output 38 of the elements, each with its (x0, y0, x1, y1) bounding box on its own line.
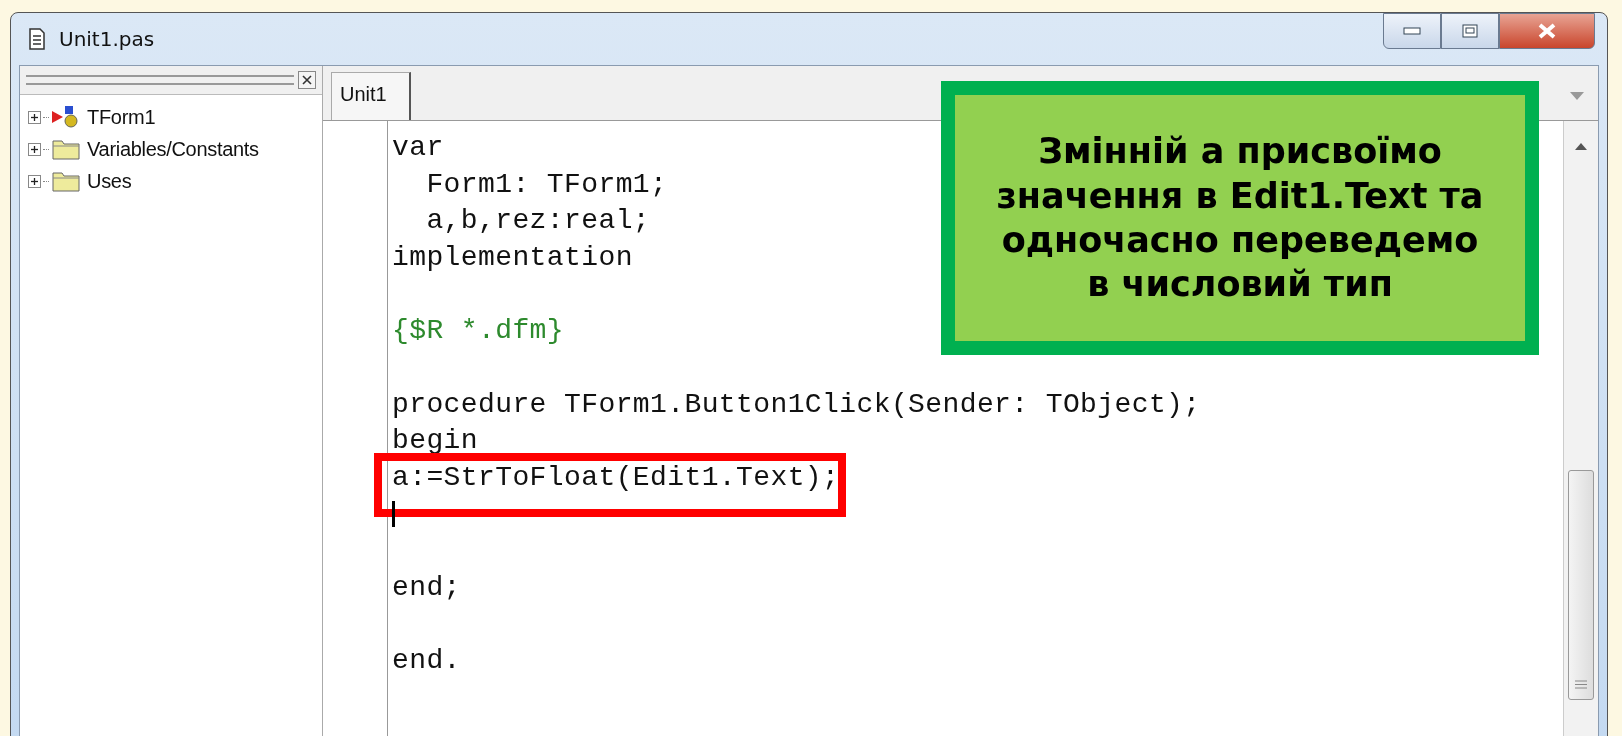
document-icon (29, 28, 45, 50)
code-line: end. (392, 645, 461, 677)
code-line: var (392, 131, 444, 163)
scrollbar-thumb[interactable] (1568, 470, 1594, 700)
close-button[interactable] (1499, 13, 1595, 49)
folder-icon (51, 169, 81, 193)
tree-item[interactable]: Uses (87, 169, 132, 193)
code-line: Form1: TForm1; (425, 168, 668, 200)
window-title: Unit1.pas (59, 27, 155, 51)
expand-toggle-icon[interactable] (28, 174, 41, 188)
text-cursor (392, 501, 395, 528)
code-line: implementation (392, 241, 633, 273)
form-component-icon (51, 105, 81, 129)
close-icon (301, 74, 313, 86)
tree-item[interactable]: Variables/Constants (87, 137, 259, 161)
code-line: procedure TForm1.Button1Click(Sender: TObject); (392, 388, 1201, 420)
maximize-button[interactable] (1441, 13, 1499, 49)
code-line: end; (392, 572, 461, 604)
panel-close-button[interactable] (298, 71, 316, 89)
expand-toggle-icon[interactable] (28, 142, 41, 156)
minimize-icon (1403, 27, 1421, 35)
expand-toggle-icon[interactable] (28, 110, 41, 124)
panel-grip-icon (26, 75, 294, 85)
editor-tab[interactable]: Unit1 (331, 72, 411, 120)
vertical-scrollbar[interactable] (1563, 121, 1598, 736)
code-line: a:=StrToFloat(Edit1.Text); (392, 462, 840, 494)
close-icon (1537, 23, 1557, 39)
tree-item[interactable]: TForm1 (87, 105, 156, 129)
code-line: a,b,rez:real; (425, 205, 651, 237)
code-line: begin (392, 425, 478, 457)
callout-text: Змінній а присвоїмо значення в Edit1.Text та одночасно переведемо в числовий тип (995, 130, 1485, 307)
folder-icon (51, 137, 81, 161)
maximize-icon (1462, 24, 1478, 38)
dropdown-arrow-icon[interactable] (1570, 92, 1584, 100)
minimize-button[interactable] (1383, 13, 1441, 49)
grip-icon (1575, 680, 1587, 689)
compiler-directive: {$R *.dfm} (392, 315, 565, 347)
scroll-up-icon[interactable] (1575, 143, 1587, 150)
